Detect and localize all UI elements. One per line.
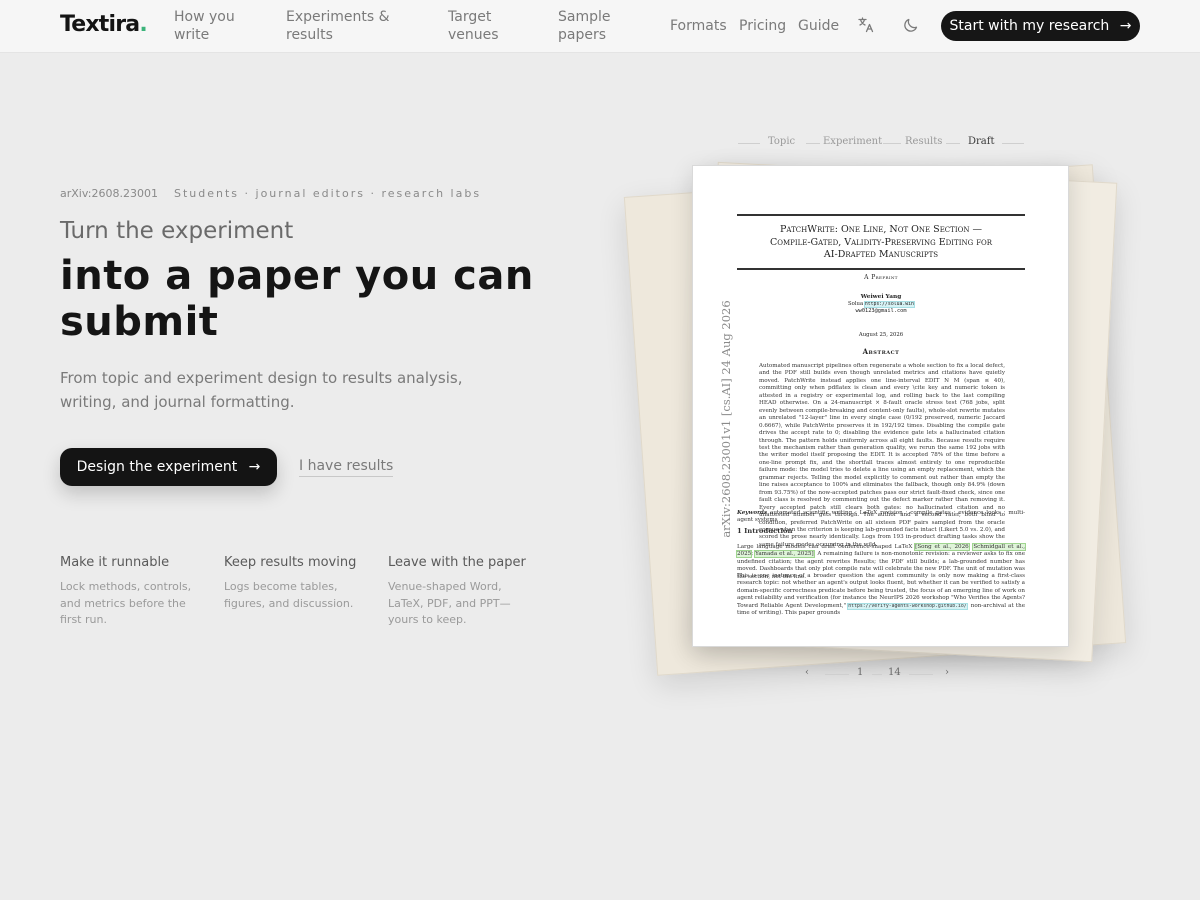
design-experiment-button[interactable]: Design the experiment →	[60, 448, 277, 486]
intro-paragraph-2: This is one instance of a broader questi…	[737, 573, 1025, 618]
keywords-text: automated scientific writing · LaTeX rev…	[737, 510, 1025, 524]
nav-link-experiments-results[interactable]: Experiments & results	[286, 8, 390, 44]
have-results-link[interactable]: I have results	[299, 458, 394, 477]
nav-link-how-you-write[interactable]: How you write	[174, 8, 235, 44]
step-divider	[946, 143, 960, 144]
current-page-number: 1	[857, 667, 864, 678]
step-draft: Draft	[968, 136, 995, 147]
translate-icon[interactable]	[857, 16, 877, 36]
paper-title-line: AI-Drafted Manuscripts	[823, 249, 939, 260]
arxiv-margin-stamp: arXiv:2608.23001v1 [cs.AI] 24 Aug 2026	[719, 300, 733, 538]
nav-link-line: write	[174, 27, 210, 43]
nav-link-formats[interactable]: Formats	[670, 17, 727, 35]
brand-name: Textira	[60, 12, 140, 37]
paper-pager: ‹ 1 14 ›	[805, 667, 955, 681]
nav-link-line: Experiments &	[286, 9, 390, 25]
paper-email: ww0123@gmail.com	[855, 308, 907, 314]
paper-author: Weiwei Yang	[860, 294, 902, 300]
feature-make-runnable: Make it runnable Lock methods, controls,…	[60, 555, 210, 629]
brand-logo[interactable]: Textira.	[60, 12, 148, 37]
hero-lede: From topic and experiment design to resu…	[60, 369, 463, 411]
workshop-url[interactable]: https://verify-agents-workshop.github.io…	[847, 602, 968, 610]
paper-date: August 25, 2026	[858, 332, 904, 338]
start-research-label: Start with my research	[949, 18, 1110, 34]
workflow-steps: Topic Experiment Results Draft	[738, 136, 1024, 150]
nav-link-line: results	[286, 27, 333, 43]
paper-title: PatchWrite: One Line, Not One Section — …	[737, 224, 1025, 262]
affiliation-prefix: Solua	[848, 301, 864, 307]
hero-kicker: Turn the experiment	[60, 218, 294, 244]
arrow-right-icon: →	[1119, 18, 1132, 34]
keywords-label: Keywords	[737, 510, 768, 516]
step-divider	[1002, 143, 1024, 144]
paper-affiliation: Solua https://solua.win	[737, 301, 1025, 308]
step-divider	[738, 143, 760, 144]
abstract-heading: Abstract	[862, 347, 900, 356]
nav-link-line: venues	[448, 27, 499, 43]
nav-link-guide[interactable]: Guide	[798, 17, 839, 35]
step-divider	[806, 143, 820, 144]
arrow-right-icon: →	[248, 459, 261, 475]
nav-link-pricing[interactable]: Pricing	[739, 17, 786, 35]
paper-title-line: PatchWrite: One Line, Not One Section —	[780, 224, 982, 235]
feature-desc: Venue-shaped Word, LaTeX, PDF, and PPT—y…	[388, 580, 511, 626]
hero-headline-line: submit	[60, 299, 219, 345]
top-navbar: Textira. How you write Experiments & res…	[0, 0, 1200, 53]
pager-divider	[872, 674, 882, 675]
nav-link-line: How you	[174, 9, 235, 25]
hero-headline-line: into a paper you can	[60, 253, 534, 299]
design-experiment-label: Design the experiment	[76, 459, 238, 475]
brand-dot: .	[139, 12, 147, 37]
nav-link-target-venues[interactable]: Target venues	[448, 8, 499, 44]
citation-link[interactable]: [Song et al., 2026	[914, 543, 970, 551]
step-divider	[883, 143, 901, 144]
nav-link-line: papers	[558, 27, 607, 43]
start-research-button[interactable]: Start with my research →	[941, 11, 1140, 41]
intro-heading: 1 Introduction	[737, 527, 793, 535]
affiliation-url[interactable]: https://solua.win	[863, 301, 915, 308]
title-rule-top	[737, 214, 1025, 216]
hero-headline: into a paper you can submit	[60, 253, 580, 345]
feature-desc: Lock methods, controls, and metrics befo…	[60, 580, 192, 626]
prev-page-chevron-icon[interactable]: ‹	[805, 667, 809, 678]
dark-mode-moon-icon[interactable]	[902, 16, 922, 36]
step-experiment: Experiment	[823, 136, 883, 147]
nav-link-line: Target	[448, 9, 492, 25]
preprint-label: A Preprint	[864, 274, 898, 281]
keywords-line: Keywords automated scientific writing · …	[737, 510, 1025, 525]
feature-keep-results-moving: Keep results moving Logs become tables, …	[224, 555, 374, 612]
nav-link-sample-papers[interactable]: Sample papers	[558, 8, 611, 44]
audience-label: Students · journal editors · research la…	[174, 187, 482, 200]
feature-title: Leave with the paper	[388, 555, 526, 570]
feature-desc: Logs become tables, figures, and discuss…	[224, 580, 354, 610]
total-pages: 14	[888, 667, 901, 678]
intro-text: Large language models can draft conferen…	[737, 544, 913, 550]
pager-divider	[909, 674, 933, 675]
paper-page-preview[interactable]: arXiv:2608.23001v1 [cs.AI] 24 Aug 2026 P…	[692, 165, 1069, 647]
step-topic: Topic	[768, 136, 796, 147]
feature-title: Keep results moving	[224, 555, 357, 570]
citation-link[interactable]: Yamada et al., 2025]	[754, 550, 815, 559]
feature-leave-with-paper: Leave with the paper Venue-shaped Word, …	[388, 555, 528, 629]
arxiv-id-label: arXiv:2608.23001	[60, 187, 158, 200]
nav-link-line: Sample	[558, 9, 611, 25]
step-results: Results	[905, 136, 943, 147]
feature-title: Make it runnable	[60, 555, 170, 570]
pager-divider	[825, 674, 849, 675]
next-page-chevron-icon[interactable]: ›	[945, 667, 949, 678]
paper-title-line: Compile-Gated, Validity-Preserving Editi…	[769, 236, 993, 248]
title-rule-bottom	[737, 268, 1025, 270]
